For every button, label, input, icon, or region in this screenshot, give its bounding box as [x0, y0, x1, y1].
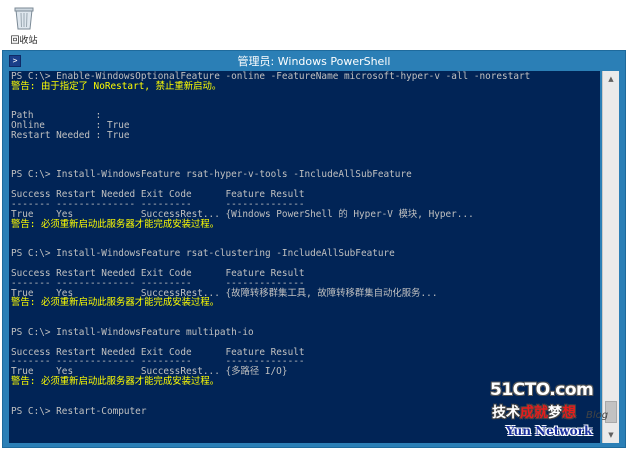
powershell-icon[interactable]: >	[9, 55, 21, 67]
console-line: PS C:\> Install-WindowsFeature rsat-clus…	[11, 248, 395, 260]
console-warning-line: 警告: 必须重新启动此服务器才能完成安装过程。	[11, 218, 220, 230]
watermark-slogan: 技术成就梦想	[492, 402, 576, 422]
console-line: PS C:\> Install-WindowsFeature rsat-hype…	[11, 169, 412, 181]
watermark-char: 成	[520, 405, 534, 421]
console-line: PS C:\> Install-WindowsFeature multipath…	[11, 326, 254, 338]
watermark-char: 就	[534, 405, 548, 421]
watermark-blog-text: Blog	[586, 410, 609, 421]
window-titlebar[interactable]: > 管理员: Windows PowerShell	[3, 51, 625, 71]
console-warning-line: 警告: 必须重新启动此服务器才能完成安装过程。	[11, 297, 220, 309]
watermark-char: 想	[562, 405, 576, 421]
watermark-char: 技	[492, 405, 506, 421]
watermark-char: 梦	[548, 405, 562, 421]
console-line: Restart Needed : True	[11, 130, 130, 142]
recycle-bin-label: 回收站	[10, 36, 38, 46]
watermark-bottom-text: Yun Network	[506, 424, 593, 438]
window-title: 管理员: Windows PowerShell	[237, 55, 391, 68]
recycle-bin-icon	[13, 4, 35, 30]
watermark-logo: 51CTO.com 技术成就梦想 Blog Yun Network	[478, 380, 628, 446]
scroll-up-arrow-icon[interactable]: ▲	[603, 71, 619, 87]
recycle-bin[interactable]: 回收站	[4, 4, 44, 46]
watermark-top-text: 51CTO.com	[490, 380, 594, 400]
watermark-char: 术	[506, 405, 520, 421]
console-warning-line: 警告: 由于指定了 NoRestart, 禁止重新启动。	[11, 80, 222, 92]
